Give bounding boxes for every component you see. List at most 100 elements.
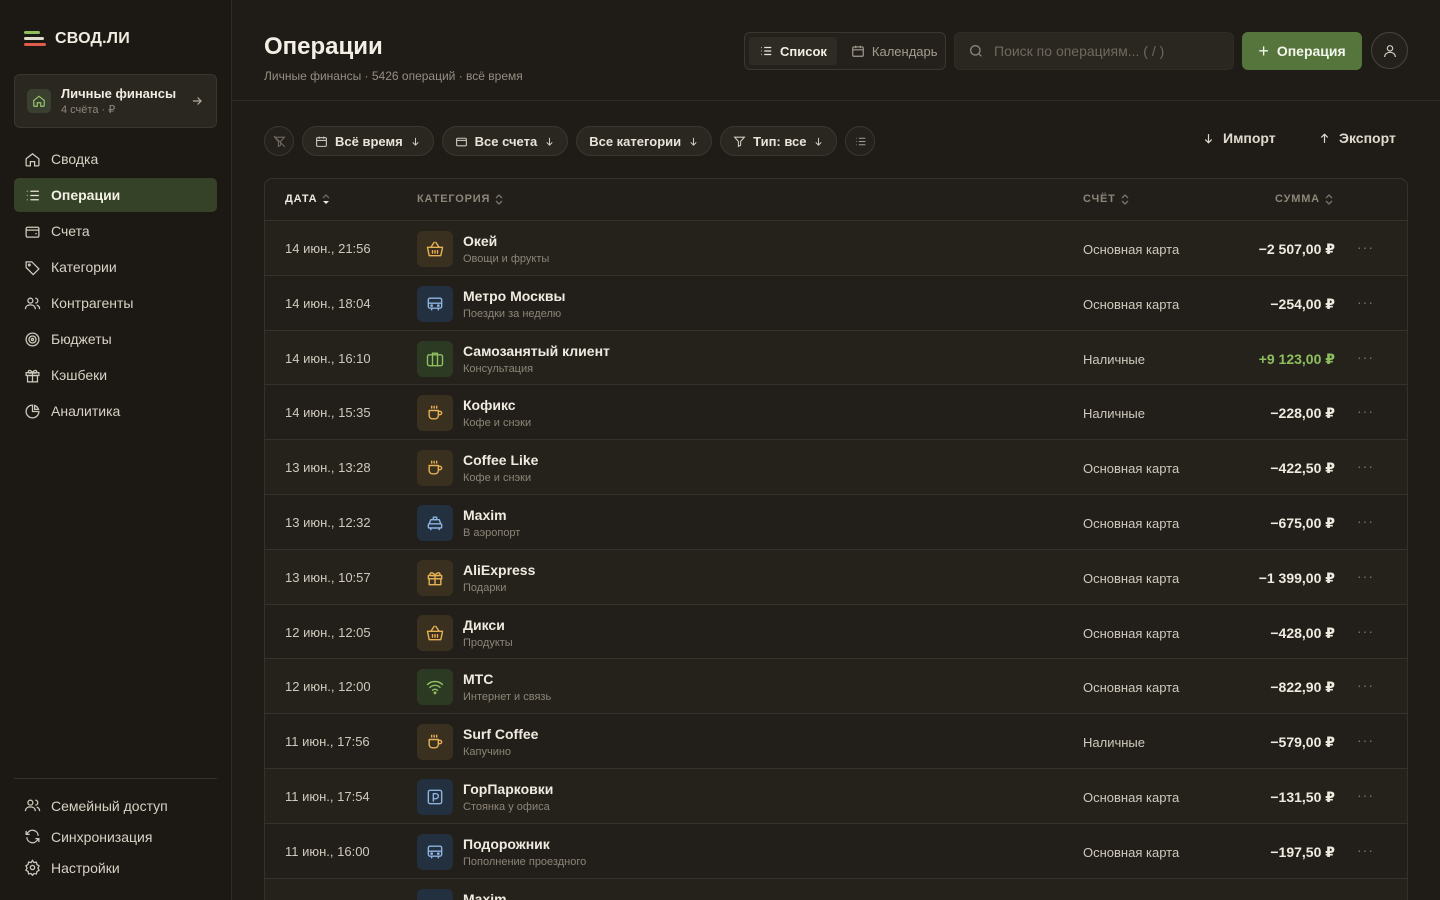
table-row[interactable]: 13 июн., 13:28 Coffee Like Кофе и снэки Осн… [265,440,1407,495]
merchant-name: Метро Москвы [463,287,566,304]
column-header-account[interactable]: СЧЁТ [1083,193,1129,205]
logo[interactable]: СВОД.ЛИ [24,30,130,48]
more-icon[interactable]: ··· [1357,677,1374,693]
period-filter[interactable]: Всё время [302,126,434,156]
import-button[interactable]: Импорт [1202,130,1276,146]
column-label: КАТЕГОРИЯ [417,193,491,205]
users-icon [24,799,41,812]
column-label: ДАТА [285,193,318,205]
bus-icon [417,285,453,322]
account-name: Основная карта [1083,625,1180,641]
column-header-amount[interactable]: СУММА [1275,193,1333,205]
list-icon [26,190,39,200]
nav-item-summary[interactable]: Сводка [14,142,217,176]
more-icon[interactable]: ··· [1357,349,1374,365]
operation-date: 14 июн., 15:35 [285,405,371,421]
more-icon[interactable]: ··· [1357,294,1374,310]
more-icon[interactable]: ··· [1357,787,1374,803]
nav-item-categories[interactable]: Категории [14,250,217,284]
basket-icon [417,614,453,651]
nav-item-label: Семейный доступ [51,797,168,814]
nav-item-label: Операции [51,187,121,203]
operation-amount: −254,00 ₽ [1270,295,1335,312]
categories-filter[interactable]: Все категории [576,126,713,156]
user-avatar-button[interactable] [1371,32,1408,69]
arrow-up-icon [1320,132,1329,143]
table-row[interactable]: Maxim [265,878,1407,900]
operation-date: 14 июн., 18:04 [285,295,371,311]
merchant-name: Подорожник [463,835,550,852]
operation-note: Консультация [463,362,534,375]
nav-item-counterparties[interactable]: Контрагенты [14,286,217,320]
merchant-name: МТС [463,671,494,688]
nav-item-label: Бюджеты [51,331,112,347]
sort-icon [495,193,503,205]
workspace-title: Личные финансы [61,86,177,101]
more-icon[interactable]: ··· [1357,403,1374,419]
table-row[interactable]: 12 июн., 12:05 Дикси Продукты Основная карт… [265,605,1407,660]
merchant-name: AliExpress [463,561,536,578]
account-name: Основная карта [1083,844,1180,860]
user-icon [1383,44,1396,57]
grouping-button[interactable] [845,126,876,156]
operation-note: Кофе и снэки [463,417,532,430]
account-name: Основная карта [1083,461,1180,477]
nav-item-family-access[interactable]: Семейный доступ [14,791,217,820]
search-input[interactable] [994,43,1224,59]
arrow-right-icon [192,97,202,105]
table-row[interactable]: 11 июн., 16:00 Подорожник Пополнение проез… [265,824,1407,879]
table-row[interactable]: 12 июн., 12:00 МТС Интернет и связь Основна… [265,659,1407,715]
nav-item-sync[interactable]: Синхронизация [14,822,217,851]
type-filter-label: Тип: все [753,133,807,149]
basket-icon [417,231,453,267]
nav-item-budgets[interactable]: Бюджеты [14,322,217,356]
nav-item-settings[interactable]: Настройки [14,853,217,882]
export-button[interactable]: Экспорт [1318,130,1396,146]
more-icon[interactable]: ··· [1357,458,1374,474]
table-row[interactable]: 13 июн., 10:57 AliExpress Подарки Основная … [265,549,1407,605]
type-filter[interactable]: Тип: все [720,126,838,156]
nav-item-accounts[interactable]: Счета [14,214,217,248]
filter-reset-button[interactable] [264,126,294,156]
table-row[interactable]: 11 июн., 17:54 ГорПарковки Стоянка у офиса… [265,768,1407,824]
table-row[interactable]: 14 июн., 15:35 Кофикс Кофе и снэки Наличные… [265,385,1407,441]
more-icon[interactable]: ··· [1357,239,1374,255]
view-list-button[interactable]: Список [749,37,837,65]
view-calendar-button[interactable]: Календарь [841,37,948,65]
more-icon[interactable]: ··· [1357,842,1374,858]
sort-desc-icon [322,193,330,204]
coffee-icon [417,724,453,761]
operation-note: В аэропорт [463,526,521,539]
add-operation-label: Операция [1276,43,1346,59]
accounts-filter[interactable]: Все счета [441,126,569,156]
plus-icon: + [1258,41,1269,61]
nav-item-cashbacks[interactable]: Кэшбеки [14,358,217,392]
nav-item-label: Аналитика [51,403,121,419]
table-row[interactable]: 14 июн., 16:10 Самозанятый клиент Консульт… [265,330,1407,386]
more-icon[interactable]: ··· [1357,568,1374,584]
operation-note: Пополнение проездного [463,855,587,868]
table-row[interactable]: 11 июн., 17:56 Surf Coffee Капучино Наличны… [265,714,1407,769]
column-header-category[interactable]: КАТЕГОРИЯ [417,193,503,205]
view-toggle: Список Календарь [744,32,946,70]
workspace-switcher[interactable]: Личные финансы 4 счёта · ₽ [14,74,217,128]
more-icon[interactable]: ··· [1357,732,1374,748]
sort-icon [1121,193,1129,205]
table-row[interactable]: 13 июн., 12:32 Maxim В аэропорт Основная ка… [265,495,1407,550]
nav-item-operations[interactable]: Операции [14,178,217,212]
column-label: СЧЁТ [1083,193,1116,205]
nav-item-analytics[interactable]: Аналитика [14,394,217,428]
filter-icon [733,136,746,147]
more-icon[interactable]: ··· [1357,623,1374,639]
coffee-icon [417,395,453,432]
table-row[interactable]: 14 июн., 21:56 Окей Овощи и фрукты Основная… [265,221,1407,276]
wifi-icon [417,669,453,706]
column-header-date[interactable]: ДАТА [285,193,330,205]
categories-filter-label: Все категории [589,133,682,149]
more-icon[interactable]: ··· [1357,513,1374,529]
logo-icon [24,30,46,48]
add-operation-button[interactable]: + Операция [1242,32,1362,70]
table-row[interactable]: 14 июн., 18:04 Метро Москвы Поездки за нед… [265,276,1407,331]
period-filter-label: Всё время [335,133,403,149]
merchant-name: Maxim [463,890,507,900]
